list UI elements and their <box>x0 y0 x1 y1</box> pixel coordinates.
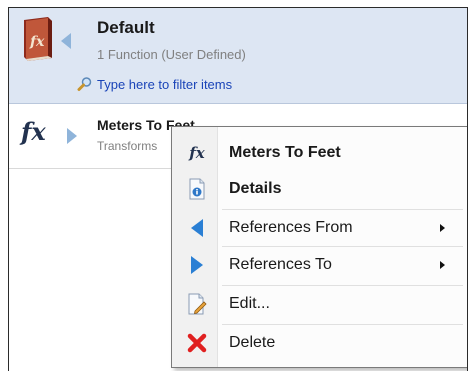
library-header: fx Default 1 Function (User Defined) Typ… <box>9 8 467 104</box>
menu-item-details[interactable]: Details <box>172 171 467 207</box>
menu-item-label: Edit... <box>229 295 270 312</box>
arrow-left-icon <box>186 217 208 239</box>
menu-item-label: References To <box>229 256 332 273</box>
submenu-arrow-icon <box>440 261 445 269</box>
menu-item-label: Details <box>229 180 282 197</box>
fx-glyph: fx <box>189 144 205 162</box>
svg-text:fx: fx <box>29 34 45 50</box>
menu-item-meters-to-feet[interactable]: fx Meters To Feet <box>172 135 467 171</box>
menu-item-edit[interactable]: Edit... <box>172 286 467 322</box>
expand-arrow-icon[interactable] <box>67 128 77 144</box>
arrow-right-icon <box>186 254 208 276</box>
fx-icon: fx <box>21 117 46 146</box>
edit-icon <box>186 293 208 315</box>
fx-icon: fx <box>186 142 208 164</box>
library-subtitle: 1 Function (User Defined) <box>97 47 246 62</box>
delete-icon <box>186 332 208 354</box>
menu-item-label: References From <box>229 219 353 236</box>
function-library-panel: fx Default 1 Function (User Defined) Typ… <box>8 7 468 371</box>
menu-item-label: Meters To Feet <box>229 144 341 161</box>
context-menu: fx Meters To Feet Details References Fro… <box>171 126 467 368</box>
library-title: Default <box>97 18 155 37</box>
collapse-arrow-icon[interactable] <box>61 33 71 49</box>
filter-placeholder: Type here to filter items <box>97 76 233 92</box>
function-book-icon: fx <box>24 17 52 61</box>
menu-item-delete[interactable]: Delete <box>172 325 467 361</box>
search-icon <box>77 77 92 91</box>
menu-item-references-to[interactable]: References To <box>172 247 467 283</box>
item-subtitle: Transforms <box>97 139 158 153</box>
filter-input[interactable]: Type here to filter items <box>77 75 232 93</box>
details-icon <box>186 178 208 200</box>
submenu-arrow-icon <box>440 224 445 232</box>
menu-item-label: Delete <box>229 334 276 351</box>
menu-item-references-from[interactable]: References From <box>172 210 467 246</box>
